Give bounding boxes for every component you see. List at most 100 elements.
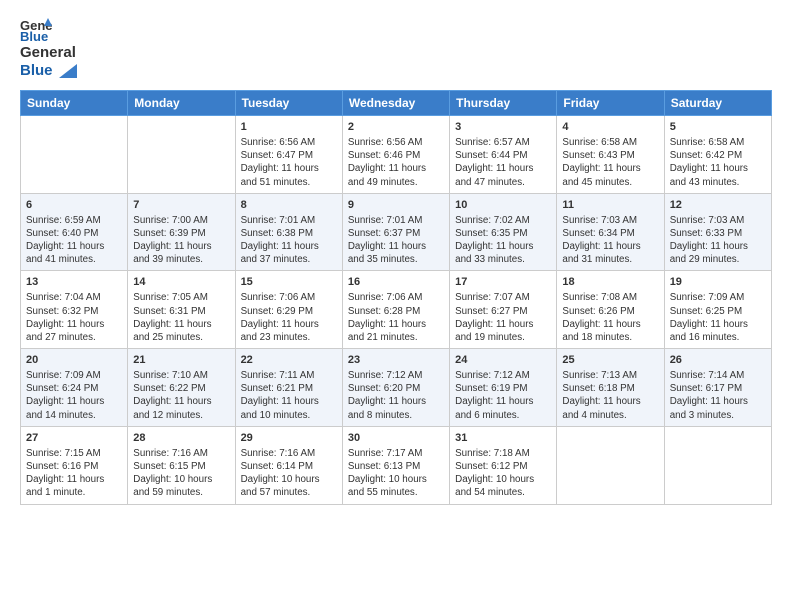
day-detail: Sunrise: 6:59 AM Sunset: 6:40 PM Dayligh… (26, 214, 122, 267)
day-number: 27 (26, 431, 122, 446)
column-header-thursday: Thursday (450, 91, 557, 116)
calendar-cell: 20Sunrise: 7:09 AM Sunset: 6:24 PM Dayli… (21, 349, 128, 427)
calendar-cell: 15Sunrise: 7:06 AM Sunset: 6:29 PM Dayli… (235, 271, 342, 349)
day-detail: Sunrise: 7:04 AM Sunset: 6:32 PM Dayligh… (26, 291, 122, 344)
day-detail: Sunrise: 7:09 AM Sunset: 6:25 PM Dayligh… (670, 291, 766, 344)
day-number: 18 (562, 275, 658, 290)
day-number: 5 (670, 120, 766, 135)
calendar-cell: 6Sunrise: 6:59 AM Sunset: 6:40 PM Daylig… (21, 193, 128, 271)
day-number: 6 (26, 198, 122, 213)
calendar-cell: 13Sunrise: 7:04 AM Sunset: 6:32 PM Dayli… (21, 271, 128, 349)
logo-general: General (20, 44, 76, 61)
calendar-cell: 17Sunrise: 7:07 AM Sunset: 6:27 PM Dayli… (450, 271, 557, 349)
day-detail: Sunrise: 6:57 AM Sunset: 6:44 PM Dayligh… (455, 136, 551, 189)
calendar-cell: 29Sunrise: 7:16 AM Sunset: 6:14 PM Dayli… (235, 426, 342, 504)
day-number: 10 (455, 198, 551, 213)
day-number: 13 (26, 275, 122, 290)
day-detail: Sunrise: 7:01 AM Sunset: 6:37 PM Dayligh… (348, 214, 444, 267)
day-number: 21 (133, 353, 229, 368)
day-detail: Sunrise: 7:02 AM Sunset: 6:35 PM Dayligh… (455, 214, 551, 267)
column-header-tuesday: Tuesday (235, 91, 342, 116)
day-detail: Sunrise: 7:07 AM Sunset: 6:27 PM Dayligh… (455, 291, 551, 344)
day-detail: Sunrise: 7:03 AM Sunset: 6:34 PM Dayligh… (562, 214, 658, 267)
day-detail: Sunrise: 7:10 AM Sunset: 6:22 PM Dayligh… (133, 369, 229, 422)
column-header-wednesday: Wednesday (342, 91, 449, 116)
day-detail: Sunrise: 7:08 AM Sunset: 6:26 PM Dayligh… (562, 291, 658, 344)
day-number: 11 (562, 198, 658, 213)
calendar-cell: 27Sunrise: 7:15 AM Sunset: 6:16 PM Dayli… (21, 426, 128, 504)
day-detail: Sunrise: 7:16 AM Sunset: 6:15 PM Dayligh… (133, 447, 229, 500)
day-number: 28 (133, 431, 229, 446)
calendar-cell: 21Sunrise: 7:10 AM Sunset: 6:22 PM Dayli… (128, 349, 235, 427)
day-detail: Sunrise: 7:12 AM Sunset: 6:20 PM Dayligh… (348, 369, 444, 422)
day-number: 23 (348, 353, 444, 368)
column-header-saturday: Saturday (664, 91, 771, 116)
day-detail: Sunrise: 6:56 AM Sunset: 6:47 PM Dayligh… (241, 136, 337, 189)
day-number: 24 (455, 353, 551, 368)
day-detail: Sunrise: 7:06 AM Sunset: 6:28 PM Dayligh… (348, 291, 444, 344)
logo: General Blue General Blue (20, 16, 77, 80)
day-number: 1 (241, 120, 337, 135)
header: General Blue General Blue (20, 16, 772, 80)
day-number: 29 (241, 431, 337, 446)
day-number: 16 (348, 275, 444, 290)
column-header-monday: Monday (128, 91, 235, 116)
calendar-week-row: 6Sunrise: 6:59 AM Sunset: 6:40 PM Daylig… (21, 193, 772, 271)
calendar-cell: 30Sunrise: 7:17 AM Sunset: 6:13 PM Dayli… (342, 426, 449, 504)
calendar-cell: 22Sunrise: 7:11 AM Sunset: 6:21 PM Dayli… (235, 349, 342, 427)
day-number: 7 (133, 198, 229, 213)
day-detail: Sunrise: 7:11 AM Sunset: 6:21 PM Dayligh… (241, 369, 337, 422)
day-detail: Sunrise: 6:56 AM Sunset: 6:46 PM Dayligh… (348, 136, 444, 189)
calendar-cell: 1Sunrise: 6:56 AM Sunset: 6:47 PM Daylig… (235, 116, 342, 194)
calendar-cell: 11Sunrise: 7:03 AM Sunset: 6:34 PM Dayli… (557, 193, 664, 271)
day-detail: Sunrise: 6:58 AM Sunset: 6:42 PM Dayligh… (670, 136, 766, 189)
calendar-cell: 24Sunrise: 7:12 AM Sunset: 6:19 PM Dayli… (450, 349, 557, 427)
calendar-cell: 2Sunrise: 6:56 AM Sunset: 6:46 PM Daylig… (342, 116, 449, 194)
day-detail: Sunrise: 7:03 AM Sunset: 6:33 PM Dayligh… (670, 214, 766, 267)
day-detail: Sunrise: 7:13 AM Sunset: 6:18 PM Dayligh… (562, 369, 658, 422)
logo-triangle-icon (59, 64, 77, 78)
calendar-cell: 19Sunrise: 7:09 AM Sunset: 6:25 PM Dayli… (664, 271, 771, 349)
day-detail: Sunrise: 7:12 AM Sunset: 6:19 PM Dayligh… (455, 369, 551, 422)
calendar-header-row: SundayMondayTuesdayWednesdayThursdayFrid… (21, 91, 772, 116)
calendar-cell: 18Sunrise: 7:08 AM Sunset: 6:26 PM Dayli… (557, 271, 664, 349)
calendar-cell: 23Sunrise: 7:12 AM Sunset: 6:20 PM Dayli… (342, 349, 449, 427)
calendar-cell: 12Sunrise: 7:03 AM Sunset: 6:33 PM Dayli… (664, 193, 771, 271)
day-number: 15 (241, 275, 337, 290)
day-detail: Sunrise: 6:58 AM Sunset: 6:43 PM Dayligh… (562, 136, 658, 189)
day-detail: Sunrise: 7:15 AM Sunset: 6:16 PM Dayligh… (26, 447, 122, 500)
day-number: 3 (455, 120, 551, 135)
day-number: 8 (241, 198, 337, 213)
svg-text:Blue: Blue (20, 29, 48, 42)
day-detail: Sunrise: 7:16 AM Sunset: 6:14 PM Dayligh… (241, 447, 337, 500)
calendar-cell (557, 426, 664, 504)
column-header-friday: Friday (557, 91, 664, 116)
calendar-cell: 25Sunrise: 7:13 AM Sunset: 6:18 PM Dayli… (557, 349, 664, 427)
calendar-cell: 8Sunrise: 7:01 AM Sunset: 6:38 PM Daylig… (235, 193, 342, 271)
calendar-week-row: 20Sunrise: 7:09 AM Sunset: 6:24 PM Dayli… (21, 349, 772, 427)
calendar-week-row: 13Sunrise: 7:04 AM Sunset: 6:32 PM Dayli… (21, 271, 772, 349)
calendar-cell (664, 426, 771, 504)
day-detail: Sunrise: 7:06 AM Sunset: 6:29 PM Dayligh… (241, 291, 337, 344)
calendar-cell: 26Sunrise: 7:14 AM Sunset: 6:17 PM Dayli… (664, 349, 771, 427)
day-number: 31 (455, 431, 551, 446)
day-detail: Sunrise: 7:05 AM Sunset: 6:31 PM Dayligh… (133, 291, 229, 344)
day-detail: Sunrise: 7:01 AM Sunset: 6:38 PM Dayligh… (241, 214, 337, 267)
logo-blue: Blue (20, 62, 53, 79)
calendar-cell: 9Sunrise: 7:01 AM Sunset: 6:37 PM Daylig… (342, 193, 449, 271)
calendar-cell: 3Sunrise: 6:57 AM Sunset: 6:44 PM Daylig… (450, 116, 557, 194)
day-detail: Sunrise: 7:18 AM Sunset: 6:12 PM Dayligh… (455, 447, 551, 500)
logo-icon: General Blue (20, 16, 52, 42)
calendar-cell: 7Sunrise: 7:00 AM Sunset: 6:39 PM Daylig… (128, 193, 235, 271)
day-detail: Sunrise: 7:00 AM Sunset: 6:39 PM Dayligh… (133, 214, 229, 267)
page: General Blue General Blue SundayMond (0, 0, 792, 612)
day-number: 26 (670, 353, 766, 368)
calendar-week-row: 1Sunrise: 6:56 AM Sunset: 6:47 PM Daylig… (21, 116, 772, 194)
day-number: 2 (348, 120, 444, 135)
calendar-week-row: 27Sunrise: 7:15 AM Sunset: 6:16 PM Dayli… (21, 426, 772, 504)
day-number: 30 (348, 431, 444, 446)
day-number: 14 (133, 275, 229, 290)
calendar-cell (128, 116, 235, 194)
day-number: 22 (241, 353, 337, 368)
calendar-cell: 5Sunrise: 6:58 AM Sunset: 6:42 PM Daylig… (664, 116, 771, 194)
